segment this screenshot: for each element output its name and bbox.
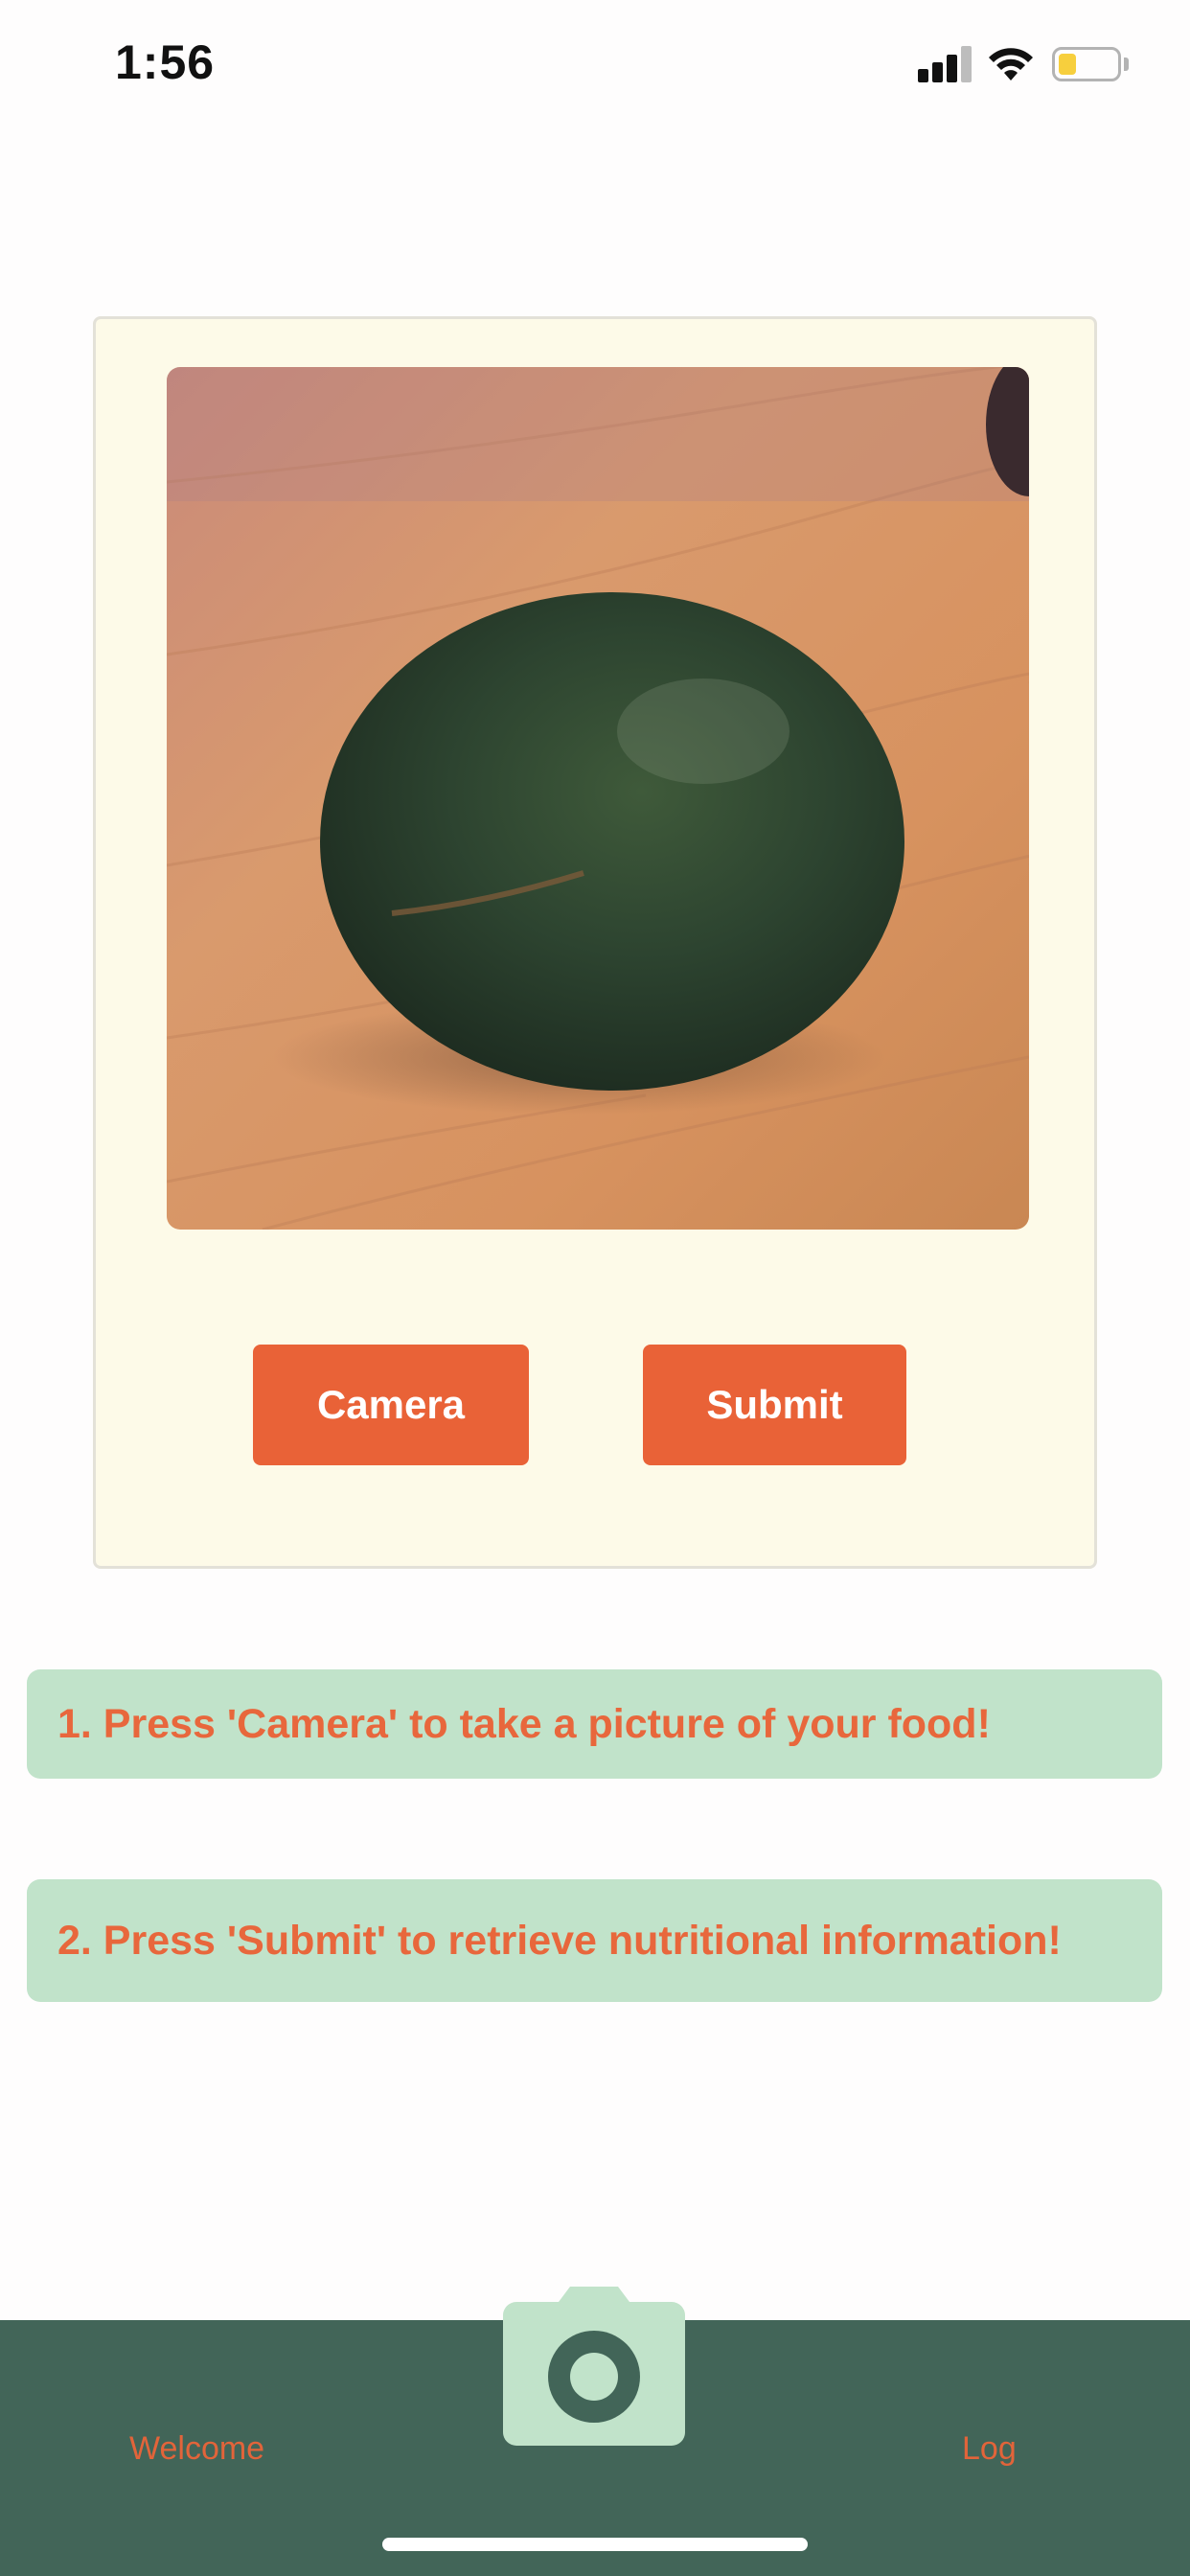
status-bar: 1:56 — [0, 0, 1190, 129]
status-time: 1:56 — [115, 35, 216, 89]
tab-log[interactable]: Log — [962, 2430, 1017, 2468]
instruction-camera: 1. Press 'Camera' to take a picture of y… — [27, 1669, 1162, 1779]
wifi-icon — [987, 42, 1035, 82]
signal-icon — [918, 46, 972, 82]
capture-card: Camera Submit — [93, 316, 1097, 1569]
instruction-submit: 2. Press 'Submit' to retrieve nutritiona… — [27, 1879, 1162, 2002]
battery-level — [1059, 54, 1076, 75]
battery-icon — [1052, 47, 1121, 81]
battery-cap — [1124, 58, 1129, 71]
home-indicator — [382, 2538, 808, 2551]
submit-button[interactable]: Submit — [643, 1345, 906, 1465]
tab-welcome[interactable]: Welcome — [129, 2430, 264, 2468]
screen: 1:56 Camera Submit 1. Press 'Camera' to … — [0, 0, 1190, 2576]
camera-button[interactable]: Camera — [253, 1345, 529, 1465]
camera-icon[interactable] — [503, 2287, 685, 2446]
avocado-photo — [167, 367, 1029, 1230]
